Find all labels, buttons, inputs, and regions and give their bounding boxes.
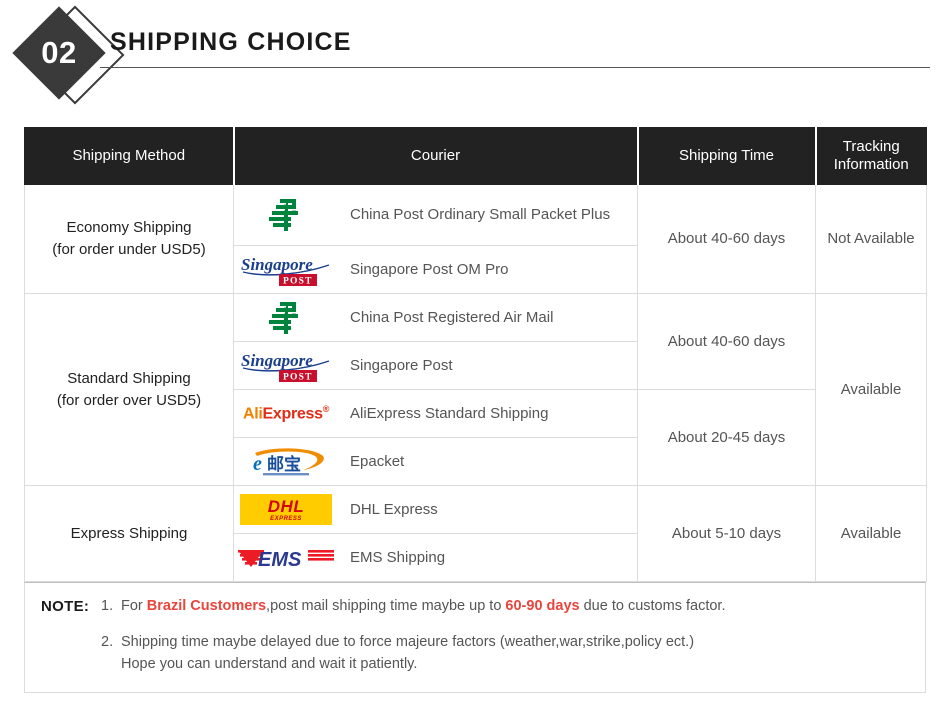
courier-name: China Post Ordinary Small Packet Plus bbox=[350, 206, 611, 224]
note-item-1-text: For Brazil Customers,post mail shipping … bbox=[121, 596, 725, 618]
method-economy-shipping: Economy Shipping (for order under USD5) bbox=[24, 184, 234, 294]
tracking-status-cell: Available bbox=[815, 485, 927, 582]
note-highlight-brazil-customers: Brazil Customers bbox=[146, 598, 267, 614]
note-label: NOTE: bbox=[41, 598, 90, 615]
note-item-2-line2: Hope you can understand and wait it pati… bbox=[121, 656, 418, 673]
courier-name: EMS Shipping bbox=[350, 548, 446, 566]
aliexpress-logo: AliExpress® bbox=[242, 403, 330, 423]
svg-text:邮宝: 邮宝 bbox=[267, 454, 301, 475]
svg-text:EMS: EMS bbox=[258, 549, 302, 571]
ems-logo: EMS bbox=[234, 539, 338, 577]
shipping-time-cell: About 40-60 days bbox=[637, 293, 816, 390]
section-header: 02 SHIPPING CHOICE bbox=[0, 0, 950, 110]
svg-text:POST: POST bbox=[283, 372, 313, 382]
note-item-1-part-c: due to customs factor. bbox=[579, 598, 726, 614]
china-post-logo bbox=[234, 299, 338, 337]
china-post-logo bbox=[234, 196, 338, 234]
header-tracking-information: Tracking Information bbox=[815, 127, 927, 185]
method-label-line1: Standard Shipping bbox=[67, 369, 191, 387]
courier-name: China Post Registered Air Mail bbox=[350, 308, 554, 326]
note-item-2-number: 2. bbox=[101, 633, 114, 650]
courier-cell: China Post Ordinary Small Packet Plus bbox=[233, 184, 638, 246]
epacket-logo: e 邮宝 bbox=[234, 443, 338, 481]
dhl-logo: DHL EXPRESS bbox=[234, 491, 338, 529]
courier-name: DHL Express bbox=[350, 500, 438, 518]
note-highlight-delay-days: 60-90 days bbox=[505, 598, 580, 614]
header-courier: Courier bbox=[233, 127, 639, 185]
shipping-time-cell: About 20-45 days bbox=[637, 389, 816, 486]
courier-cell: AliExpress® AliExpress Standard Shipping bbox=[233, 389, 638, 438]
shipping-table: Shipping Method Courier Shipping Time Tr… bbox=[24, 127, 927, 582]
method-label-line1: Economy Shipping bbox=[66, 219, 192, 237]
courier-name: Singapore Post bbox=[350, 356, 453, 374]
singapore-post-logo: Singapore POST bbox=[234, 251, 338, 289]
singapore-post-logo: Singapore POST bbox=[234, 347, 338, 385]
table-header-row: Shipping Method Courier Shipping Time Tr… bbox=[24, 127, 927, 185]
shipping-time-cell: About 5-10 days bbox=[637, 485, 816, 582]
note-item-2: 2. Shipping time maybe delayed due to fo… bbox=[41, 632, 909, 654]
header-tracking-line2: Information bbox=[833, 156, 909, 173]
courier-cell: e 邮宝 Epacket bbox=[233, 437, 638, 486]
section-badge: 02 bbox=[12, 5, 125, 108]
courier-cell: EMS EMS Shipping bbox=[233, 533, 638, 582]
note-item-1-number: 1. bbox=[101, 598, 114, 614]
shipping-table-wrapper: Shipping Method Courier Shipping Time Tr… bbox=[24, 127, 927, 693]
shipping-time-cell: About 40-60 days bbox=[637, 184, 816, 294]
header-tracking-line1: Tracking bbox=[842, 138, 900, 155]
note-item-1-part-b: ,post mail shipping time maybe up to bbox=[266, 598, 506, 614]
note-item-1-part-a: For bbox=[121, 598, 147, 614]
method-label-line2: (for order under USD5) bbox=[52, 241, 206, 258]
tracking-status-cell: Available bbox=[815, 293, 927, 486]
table-row: Standard Shipping (for order over USD5) bbox=[24, 293, 927, 486]
svg-text:e: e bbox=[253, 453, 262, 475]
header-shipping-time: Shipping Time bbox=[637, 127, 817, 185]
note-item-2-line1: Shipping time maybe delayed due to force… bbox=[121, 633, 695, 650]
method-label-line2: (for order over USD5) bbox=[56, 391, 202, 409]
table-row: Economy Shipping (for order under USD5) bbox=[24, 184, 927, 294]
svg-text:POST: POST bbox=[283, 276, 313, 286]
courier-cell: DHL EXPRESS DHL Express bbox=[233, 485, 638, 534]
courier-cell: Singapore POST Singapore Post OM Pro bbox=[233, 245, 638, 294]
header-shipping-method: Shipping Method bbox=[24, 127, 235, 185]
method-express-shipping: Express Shipping bbox=[24, 485, 234, 582]
method-standard-shipping: Standard Shipping (for order over USD5) bbox=[24, 293, 234, 486]
note-item-1: NOTE: 1. For Brazil Customers,post mail … bbox=[41, 596, 909, 619]
section-number: 02 bbox=[41, 35, 77, 70]
courier-name: Epacket bbox=[350, 452, 405, 470]
courier-name: Singapore Post OM Pro bbox=[350, 260, 509, 278]
note-box: NOTE: 1. For Brazil Customers,post mail … bbox=[24, 582, 926, 693]
courier-cell: Singapore POST Singapore Post bbox=[233, 341, 638, 390]
courier-cell: China Post Registered Air Mail bbox=[233, 293, 638, 342]
method-label-line1: Express Shipping bbox=[70, 524, 188, 542]
title-divider bbox=[100, 67, 930, 68]
courier-name: AliExpress Standard Shipping bbox=[350, 404, 549, 422]
tracking-status-cell: Not Available bbox=[815, 184, 927, 294]
table-row: Express Shipping DHL EXPRESS DHL Express… bbox=[24, 485, 927, 582]
page-title: SHIPPING CHOICE bbox=[110, 28, 352, 56]
